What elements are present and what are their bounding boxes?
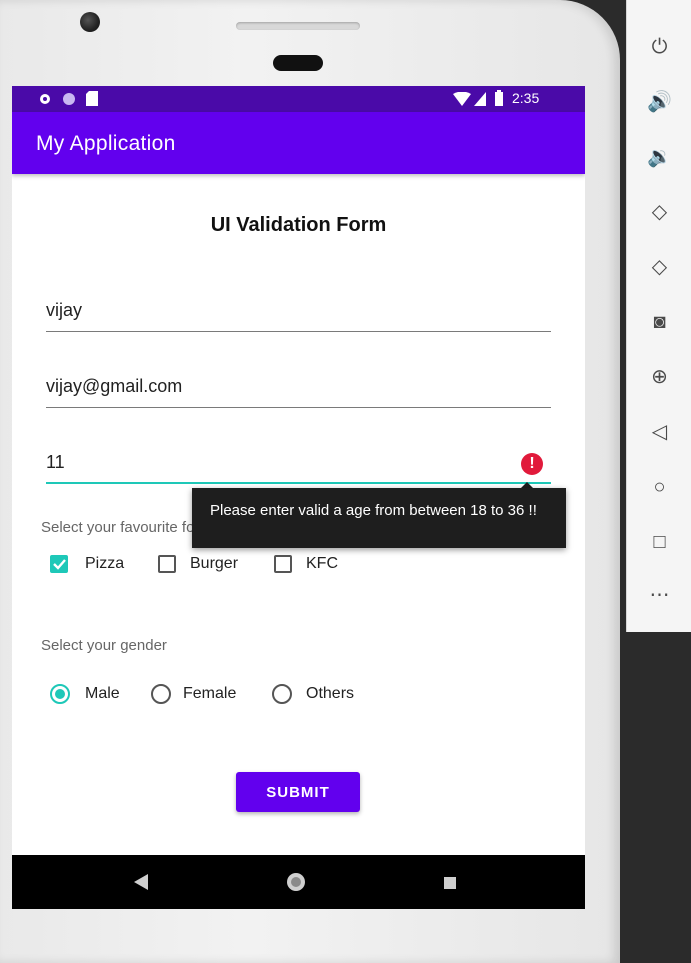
back-icon[interactable]: ◁ — [627, 417, 691, 447]
device-screen: 2:35 My Application UI Validation Form !… — [12, 86, 585, 909]
overview-icon[interactable]: □ — [627, 527, 691, 557]
nav-back-icon[interactable] — [134, 874, 148, 890]
gender-label: Select your gender — [41, 637, 167, 654]
email-underline — [46, 407, 551, 408]
checkmark-icon — [53, 559, 66, 570]
nav-overview-icon[interactable] — [444, 877, 456, 889]
name-input[interactable] — [46, 292, 516, 328]
speaker-grille — [236, 22, 360, 30]
email-field[interactable] — [46, 368, 551, 408]
checkbox-label: Burger — [190, 555, 239, 572]
settings-icon — [40, 94, 50, 104]
radio-female[interactable]: Female — [151, 684, 261, 706]
age-field[interactable] — [46, 444, 551, 484]
checkbox-label: KFC — [306, 555, 338, 572]
navigation-bar — [12, 855, 585, 909]
more-icon[interactable]: ⋯ — [627, 580, 691, 610]
radio-button[interactable] — [151, 684, 171, 704]
app-title: My Application — [36, 132, 176, 155]
submit-button[interactable]: SUBMIT — [236, 772, 360, 812]
volume-up-icon[interactable]: 🔊 — [627, 87, 691, 117]
camera-icon[interactable]: ◙ — [627, 307, 691, 337]
radio-male[interactable]: Male — [50, 684, 140, 706]
status-bar: 2:35 — [12, 86, 585, 112]
form-title: UI Validation Form — [210, 214, 387, 236]
emulator-toolbar: ⏻ 🔊 🔉 ◇ ◇ ◙ ⊕ ◁ ○ □ ⋯ — [626, 0, 691, 632]
checkbox-burger[interactable]: Burger — [158, 554, 258, 576]
radio-others[interactable]: Others — [272, 684, 382, 706]
rotate-left-icon[interactable]: ◇ — [627, 197, 691, 227]
checkbox-box[interactable] — [274, 555, 292, 573]
nav-home-icon[interactable] — [285, 871, 307, 893]
earpiece — [273, 55, 323, 71]
sd-card-icon — [86, 91, 98, 106]
radio-label: Others — [306, 685, 355, 702]
name-underline — [46, 331, 551, 332]
radio-label: Female — [183, 685, 237, 702]
radio-button[interactable] — [50, 684, 70, 704]
wifi-icon — [453, 92, 471, 106]
checkbox-kfc[interactable]: KFC — [274, 554, 354, 576]
circle-status-icon — [63, 93, 75, 105]
home-icon[interactable]: ○ — [627, 472, 691, 502]
cell-signal-icon — [474, 92, 486, 106]
front-camera — [80, 12, 100, 32]
age-input[interactable] — [46, 444, 516, 480]
zoom-icon[interactable]: ⊕ — [627, 362, 691, 392]
email-input[interactable] — [46, 368, 516, 404]
radio-button[interactable] — [272, 684, 292, 704]
device-frame: 2:35 My Application UI Validation Form !… — [0, 0, 620, 963]
checkbox-pizza[interactable]: Pizza — [50, 554, 140, 576]
name-field[interactable] — [46, 292, 551, 332]
power-icon[interactable]: ⏻ — [627, 32, 691, 62]
app-bar: My Application — [12, 112, 585, 174]
error-icon[interactable]: ! — [521, 453, 543, 475]
volume-down-icon[interactable]: 🔉 — [627, 142, 691, 172]
checkbox-label: Pizza — [85, 555, 125, 572]
checkbox-box[interactable] — [158, 555, 176, 573]
battery-icon — [495, 90, 503, 106]
radio-label: Male — [85, 685, 120, 702]
error-tooltip: Please enter valid a age from between 18… — [192, 488, 566, 548]
checkbox-box[interactable] — [50, 555, 68, 573]
status-time: 2:35 — [512, 90, 540, 106]
age-underline — [46, 482, 551, 484]
rotate-right-icon[interactable]: ◇ — [627, 252, 691, 282]
